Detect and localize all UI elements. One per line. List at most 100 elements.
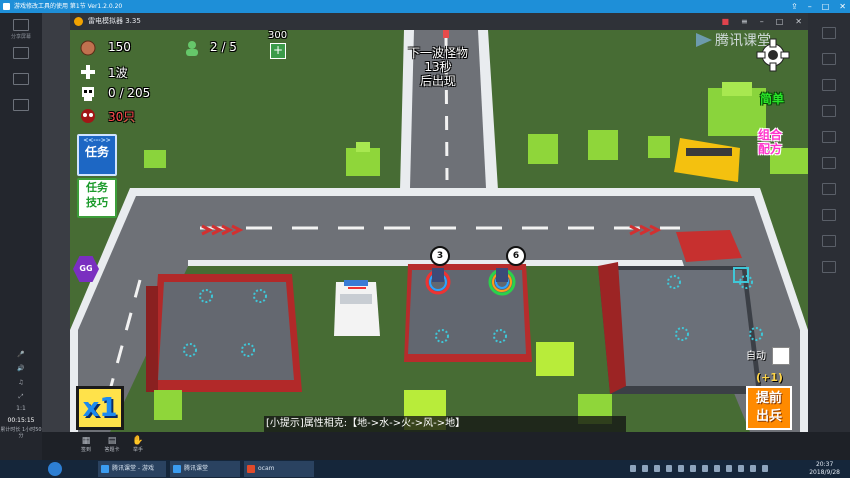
tray-icon[interactable] [714,465,720,472]
maximize-icon[interactable]: □ [776,13,784,30]
difficulty-label[interactable]: 简单 [760,90,784,107]
tips-button[interactable]: 任务 技巧 [77,178,117,218]
app-icon [173,465,181,473]
auto-checkbox[interactable] [772,347,790,365]
next-wave-timer: 下一波怪物 13秒 后出现 [388,46,488,88]
volume-up-icon[interactable] [822,53,836,65]
raise-hand-label: 举手 [132,447,143,453]
ambulance [334,282,380,336]
more-icon[interactable] [822,261,836,273]
app-icon [101,465,109,473]
music-icon[interactable]: ♫ [0,379,42,386]
folder-icon[interactable] [822,235,836,247]
classroom-toolbar: ▦ 签到 ▤ 答题卡 ✋ 举手 [42,432,850,460]
skull-icon [82,87,94,101]
install-apk-icon[interactable] [822,157,836,169]
close-icon[interactable]: ✕ [839,0,846,13]
taskbar-app-3[interactable]: ocam [244,461,314,477]
tool-icon [13,73,29,85]
checkin-button[interactable]: ▦ 签到 [74,436,98,453]
taskbar-app-1[interactable]: 腾讯课堂 - 游戏 [98,461,166,477]
hint-bar: [小提示]属性相克:【地->水->火->风->地】 [264,416,626,432]
gift-icon[interactable]: ■ [721,13,729,30]
share-icon[interactable]: ⇪ [791,0,798,13]
tray-icon[interactable] [690,465,696,472]
minimize-icon[interactable]: – [808,0,812,13]
monster-icon [81,109,95,123]
tray-icon[interactable] [750,465,756,472]
next-wave-line2: 13秒 [424,60,452,74]
early-send-button[interactable]: 提前 出兵 [746,386,792,430]
tray-icon[interactable] [642,465,648,472]
taskbar-app-2-label: 腾讯课堂 [184,465,209,472]
tray-icon[interactable] [726,465,732,472]
tower-1 [432,268,444,282]
tray-icon[interactable] [762,465,768,472]
coin-icon [80,40,96,56]
tray-icon[interactable] [702,465,708,472]
game-scene[interactable] [70,30,808,432]
combo-line1: 组合 [758,128,783,142]
early-line2: 出兵 [755,409,782,424]
shake-icon[interactable] [822,183,836,195]
speed-button[interactable]: x1 [76,386,124,430]
share-screen-label: 分享屏幕 [10,34,31,40]
keyboard-icon[interactable] [822,27,836,39]
minimize-icon[interactable]: – [760,13,764,30]
mic-icon[interactable]: 🎤 [0,351,42,358]
sidebar-tool-4[interactable] [0,99,42,113]
tray-icon[interactable] [666,465,672,472]
answer-card-button[interactable]: ▤ 答题卡 [100,436,124,453]
tray-icon[interactable] [738,465,744,472]
add-unit-button[interactable]: + [270,43,286,59]
wave-count: 1波 [108,66,128,80]
taskbar-app-3-label: ocam [258,465,275,472]
remaining-monsters: 30只 [108,110,136,124]
tool-icon [13,47,29,59]
game-viewport[interactable]: 150 2 / 5 300 + 1波 0 / 205 30只 下一波怪物 13秒… [70,30,808,432]
total-duration: 累计时长 1小时50分 [0,427,42,439]
volume-icon[interactable]: 🔊 [0,365,42,372]
sidebar-tool-2[interactable] [0,47,42,61]
settings-gear-icon[interactable] [756,38,790,72]
unit-cost: 300 [268,30,288,41]
screenshot-icon[interactable] [822,131,836,143]
next-wave-line3: 后出现 [419,74,456,88]
host-sidebar: 分享屏幕 🎤 🔊 ♫ ⤢ 1:1 00:15:15 累计时长 1小时50分 [0,13,42,460]
early-line1: 提前 [755,391,782,406]
share-screen-button[interactable]: 分享屏幕 [0,19,42,40]
card-icon: ▤ [107,436,117,446]
emulator-controls: ■ ≡ – □ ✕ [721,13,802,30]
unit-icon [186,41,198,56]
tower-1-level-badge: 3 [430,246,450,266]
volume-down-icon[interactable] [822,79,836,91]
task-button[interactable]: <<--->> 任务 [77,134,117,176]
tray-icon[interactable] [654,465,660,472]
kill-count: 0 / 205 [108,86,151,100]
maximize-icon[interactable]: □ [822,0,830,13]
emulator-title: 雷电模拟器 3.35 [88,17,141,25]
taskbar-app-2[interactable]: 腾讯课堂 [170,461,240,477]
tray-icon[interactable] [678,465,684,472]
host-title: 游戏修改工具的使用 第1节 Ver1.2.0.20 [14,3,123,10]
clock-date: 2018/9/28 [809,469,840,476]
start-button[interactable] [48,462,62,476]
combo-recipe-button[interactable]: 组合 配方 [758,128,782,156]
app-icon [247,465,255,473]
coin-count: 150 [108,40,131,54]
close-icon[interactable]: ✕ [795,13,802,30]
fullscreen-icon[interactable]: ⤢ [0,393,42,401]
host-window-controls: ⇪ – □ ✕ [791,0,846,13]
tips-line1: 任务 [86,181,108,194]
tray-icon[interactable] [630,465,636,472]
fullscreen-icon[interactable] [822,105,836,117]
system-clock[interactable]: 20:37 2018/9/28 [809,461,840,477]
location-icon[interactable] [822,209,836,221]
emulator-logo-icon [74,17,83,26]
raise-hand-button[interactable]: ✋ 举手 [126,436,150,453]
task-arrows: <<--->> [83,137,111,144]
menu-icon[interactable]: ≡ [741,13,748,30]
screen-icon [13,19,29,31]
tencent-logo-icon [696,33,712,47]
sidebar-tool-3[interactable] [0,73,42,87]
